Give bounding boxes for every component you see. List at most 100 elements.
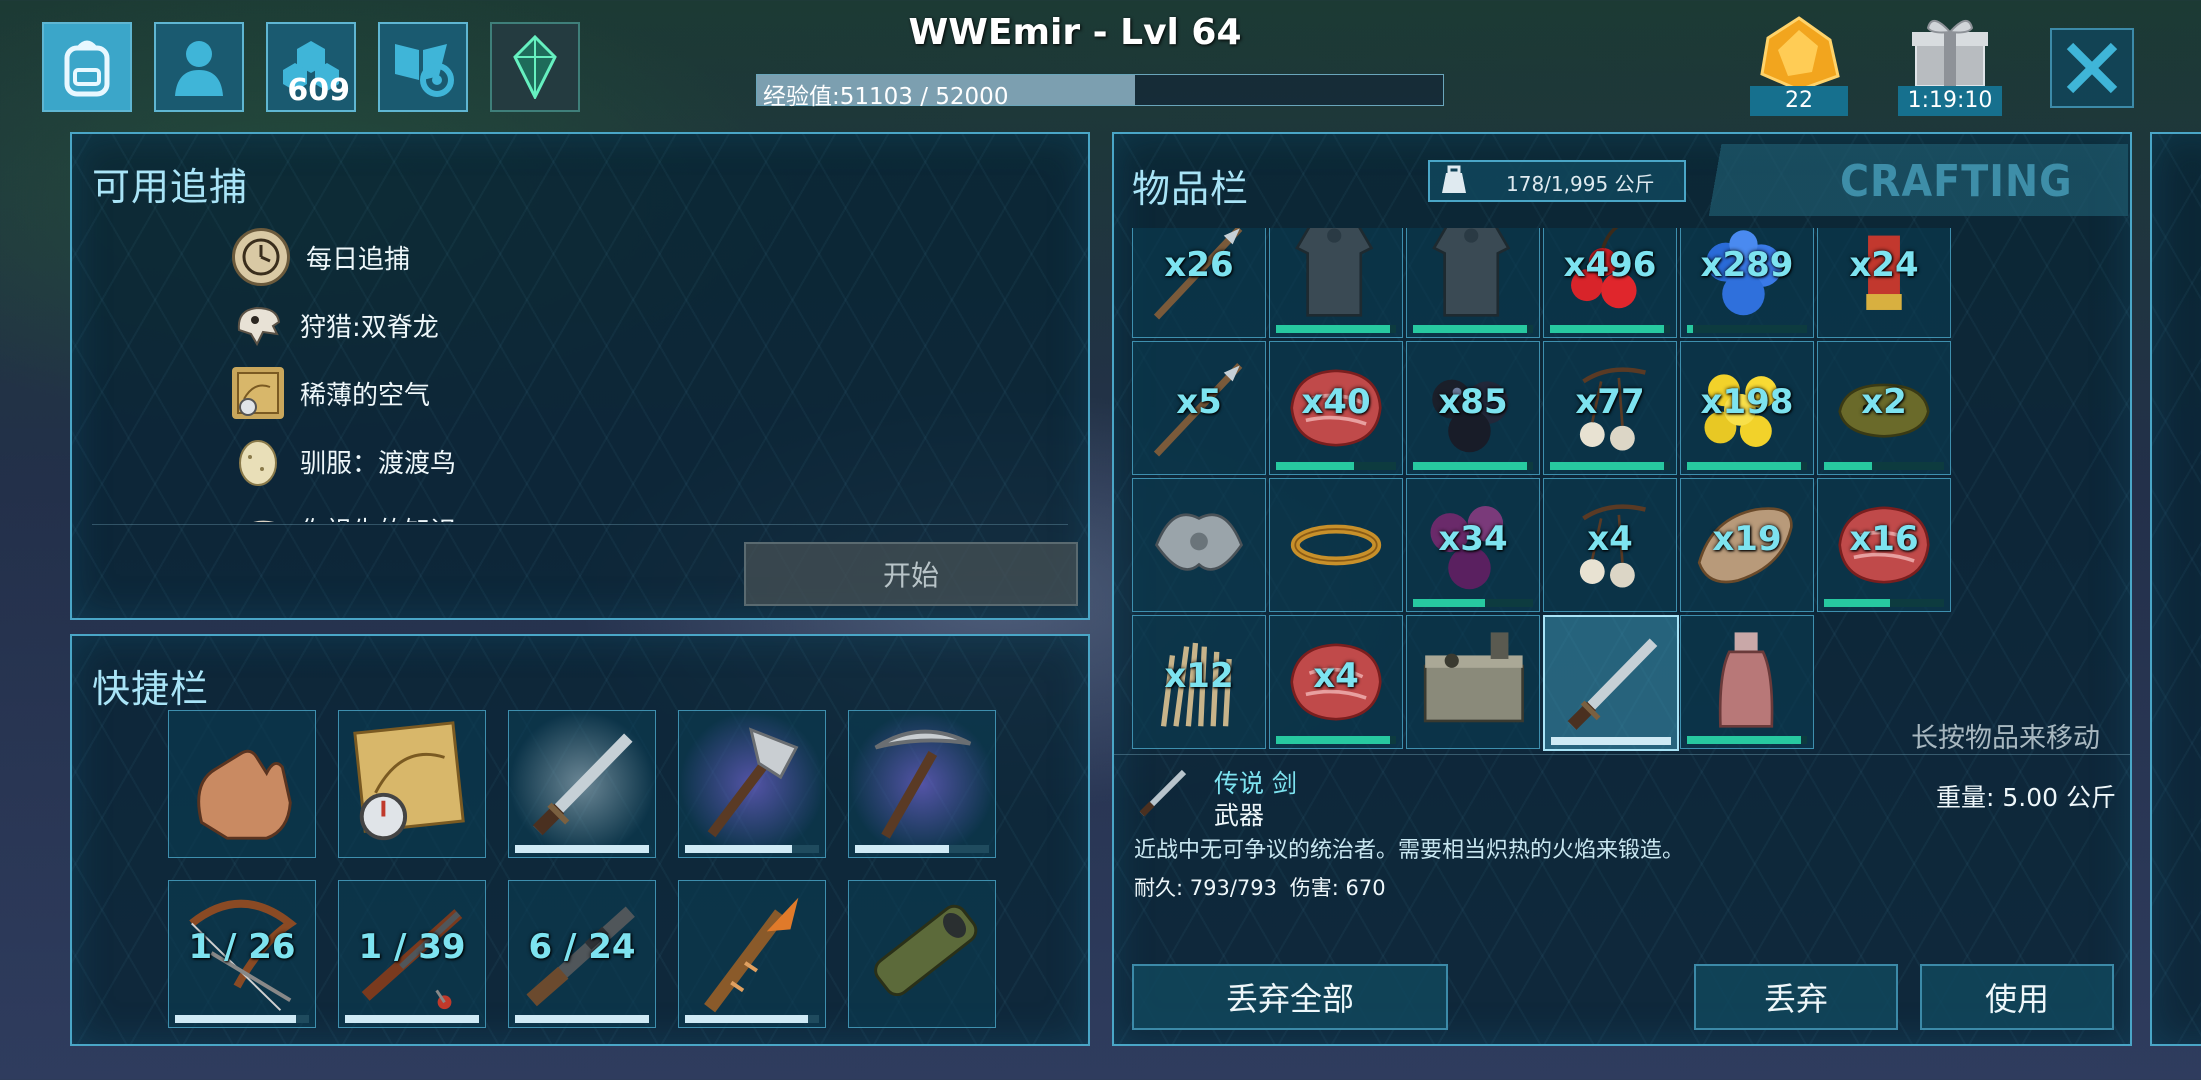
- hunt-list-clip: 你祖先的知识: [72, 502, 1088, 522]
- durability-bar: [685, 845, 819, 853]
- drop-button[interactable]: 丢弃: [1694, 964, 1898, 1030]
- hotbar-slot[interactable]: 6 / 24: [508, 880, 656, 1028]
- crafting-tab-label: CRAFTING: [1840, 156, 2073, 207]
- inventory-slot[interactable]: [1132, 478, 1266, 612]
- gift-box[interactable]: 1:19:10: [1898, 14, 2002, 116]
- inventory-slot[interactable]: x85: [1406, 341, 1540, 475]
- inventory-slot[interactable]: [1543, 615, 1679, 751]
- close-icon: [2066, 42, 2118, 94]
- hotbar-slot[interactable]: [848, 880, 996, 1028]
- bottle-icon: [1718, 632, 1774, 728]
- item-count: x4: [1587, 519, 1633, 559]
- engrams-tab[interactable]: 609: [266, 22, 356, 112]
- inventory-slot[interactable]: x2: [1817, 341, 1951, 475]
- inventory-title: 物品栏: [1132, 167, 1250, 211]
- durability-bar: [685, 1015, 819, 1023]
- inventory-slot[interactable]: [1269, 228, 1403, 338]
- element-tab[interactable]: [490, 22, 580, 112]
- inventory-slot[interactable]: x24: [1817, 228, 1951, 338]
- inventory-slot[interactable]: x26: [1132, 228, 1266, 338]
- item-count: x496: [1563, 245, 1657, 285]
- xp-text: 经验值:51103 / 52000: [763, 84, 1009, 110]
- clock-icon: [232, 228, 290, 286]
- inventory-slot[interactable]: x77: [1543, 341, 1677, 475]
- drop-all-button[interactable]: 丢弃全部: [1132, 964, 1448, 1030]
- item-weight: 重量: 5.00 公斤: [1936, 783, 2116, 812]
- use-button[interactable]: 使用: [1920, 964, 2114, 1030]
- inventory-slot[interactable]: x19: [1680, 478, 1814, 612]
- spoil-bar: [1550, 325, 1670, 333]
- spoil-bar: [1276, 325, 1396, 333]
- spoil-bar: [1413, 462, 1533, 470]
- hotbar-slot[interactable]: 1 / 39: [338, 880, 486, 1028]
- inventory-slot[interactable]: x5: [1132, 341, 1266, 475]
- durability-bar: [345, 1015, 479, 1023]
- details-divider: [1114, 754, 2130, 755]
- cloth-shirt-icon: [1295, 228, 1374, 317]
- inventory-slot[interactable]: x4: [1543, 478, 1677, 612]
- start-hunt-button[interactable]: 开始: [744, 542, 1078, 606]
- inventory-slot[interactable]: x4: [1269, 615, 1403, 749]
- sword-icon: [1567, 638, 1658, 730]
- hunt-item-thin-air[interactable]: 稀薄的空气: [232, 366, 430, 420]
- weight-indicator: 178/1,995 公斤: [1428, 160, 1686, 202]
- inventory-slot[interactable]: x198: [1680, 341, 1814, 475]
- character-tab[interactable]: [154, 22, 244, 112]
- hotbar-panel: 快捷栏 1 / 26 1 / 39 6 / 24: [70, 634, 1090, 1046]
- item-count: x198: [1700, 382, 1794, 422]
- item-type: 武器: [1214, 801, 1265, 830]
- hunt-item-daily[interactable]: 每日追捕: [232, 228, 411, 286]
- hunt-label: 每日追捕: [306, 244, 411, 275]
- close-button[interactable]: [2050, 28, 2134, 108]
- cloth-shirt-icon: [1432, 228, 1511, 317]
- map-compass-icon: [232, 367, 284, 419]
- hunt-item-ancestors[interactable]: 你祖先的知识: [232, 502, 456, 522]
- inventory-tab[interactable]: [42, 22, 132, 112]
- hotbar-slot[interactable]: [168, 710, 316, 858]
- durability-bar: [175, 1015, 309, 1023]
- durability-bar: [515, 845, 649, 853]
- hotbar-slot[interactable]: [678, 880, 826, 1028]
- item-description: 近战中无可争议的统治者。需要相当炽热的火焰来锻造。: [1134, 838, 1685, 863]
- inventory-slot[interactable]: [1680, 615, 1814, 749]
- inventory-slot[interactable]: x289: [1680, 228, 1814, 338]
- cooking-station-icon: [1423, 632, 1524, 723]
- hunt-label: 稀薄的空气: [300, 380, 431, 411]
- element-count: 22: [1750, 86, 1848, 116]
- pickaxe-icon: [874, 729, 972, 839]
- item-count: x2: [1861, 382, 1907, 422]
- settings-tab[interactable]: [378, 22, 468, 112]
- hotbar-slot[interactable]: [678, 710, 826, 858]
- hunt-label: 狩猎:双脊龙: [300, 312, 439, 343]
- item-count: x26: [1164, 245, 1234, 285]
- element-counter[interactable]: 22: [1748, 14, 1850, 116]
- item-name: 传说 剑: [1214, 769, 1297, 798]
- hotbar-ammo-label: 6 / 24: [528, 927, 636, 967]
- inventory-slot[interactable]: x40: [1269, 341, 1403, 475]
- hunt-item-dilophosaur[interactable]: 狩猎:双脊龙: [232, 298, 439, 352]
- hotbar-slot[interactable]: [508, 710, 656, 858]
- feather-icon: [232, 503, 284, 522]
- inventory-slot[interactable]: [1406, 228, 1540, 338]
- hotbar-slot[interactable]: [848, 710, 996, 858]
- item-count: x40: [1301, 382, 1371, 422]
- hotbar-ammo-label: 1 / 26: [188, 927, 296, 967]
- hunt-item-dodo[interactable]: 驯服：渡渡鸟: [232, 434, 456, 488]
- spoil-bar: [1824, 462, 1944, 470]
- inventory-slot[interactable]: x496: [1543, 228, 1677, 338]
- crafting-tab[interactable]: CRAFTING: [1704, 144, 2128, 216]
- inventory-slot[interactable]: x16: [1817, 478, 1951, 612]
- hotbar-slot[interactable]: [338, 710, 486, 858]
- inventory-slot[interactable]: x12: [1132, 615, 1266, 749]
- spoil-bar: [1550, 462, 1670, 470]
- spoil-bar: [1824, 599, 1944, 607]
- inventory-slot[interactable]: [1406, 615, 1540, 749]
- engram-points: 609: [287, 73, 350, 108]
- backpack-icon: [64, 40, 110, 97]
- inventory-slot[interactable]: [1269, 478, 1403, 612]
- hunt-label: 驯服：渡渡鸟: [300, 448, 457, 479]
- hotbar-slot[interactable]: 1 / 26: [168, 880, 316, 1028]
- inventory-slot[interactable]: x34: [1406, 478, 1540, 612]
- player-title: WWEmir - Lvl 64: [908, 12, 1242, 53]
- spoil-bar: [1687, 462, 1807, 470]
